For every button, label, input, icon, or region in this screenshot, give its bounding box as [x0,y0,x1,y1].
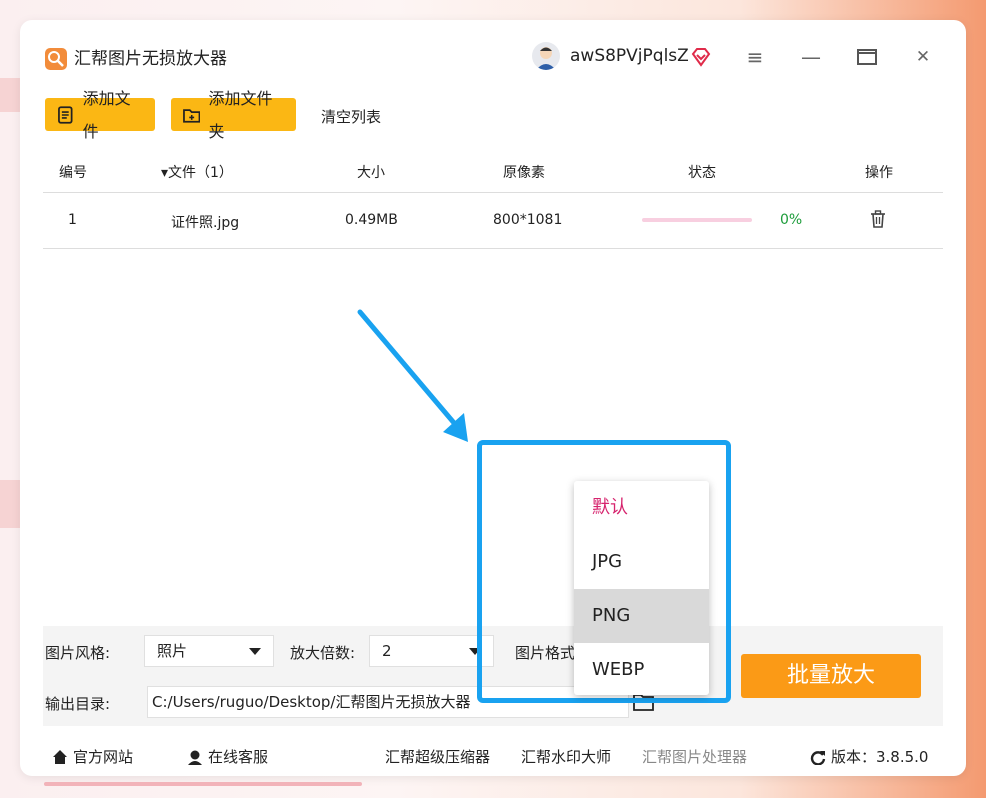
add-file-label: 添加文件 [82,88,131,141]
trash-icon[interactable] [870,210,886,228]
support-icon [188,750,202,765]
app-logo-icon [45,48,67,70]
minimize-button[interactable]: — [796,42,826,72]
maximize-button[interactable] [852,42,882,72]
row-size: 0.49MB [345,212,398,228]
version-label: 版本：3.8.5.0 [831,748,929,766]
scale-label: 放大倍数: [290,644,356,662]
annotation-arrow [357,309,468,442]
background-stripe [0,78,20,112]
footer: 官方网站 在线客服 汇帮超级压缩器 汇帮水印大师 汇帮图片处理器 版本：3.8.… [20,730,966,776]
table-row[interactable]: 1 证件照.jpg 0.49MB 800*1081 0% [43,192,943,249]
background-stripe [0,480,20,528]
menu-button[interactable]: ≡ [740,42,770,72]
header-action: 操作 [865,165,893,181]
watermark-label: 汇帮水印大师 [521,748,612,766]
format-option-png[interactable]: PNG [574,589,709,643]
website-link[interactable]: 官方网站 [52,746,133,767]
refresh-icon [810,750,826,765]
version-info[interactable]: 版本：3.8.5.0 [810,746,928,767]
header-status: 状态 [688,165,716,181]
row-percent: 0% [780,212,803,228]
add-file-button[interactable]: 添加文件 [45,89,155,141]
file-icon [58,105,73,124]
row-progress-bar [642,218,752,222]
chevron-down-icon [249,648,261,655]
home-icon [53,749,67,764]
support-label: 在线客服 [208,748,269,766]
batch-enlarge-button[interactable]: 批量放大 [741,654,921,698]
add-folder-button[interactable]: 添加文件夹 [171,89,296,141]
compressor-label: 汇帮超级压缩器 [385,748,491,766]
row-pixels: 800*1081 [493,212,563,228]
website-label: 官方网站 [73,748,134,766]
output-dir-label: 输出目录: [45,695,111,713]
vip-diamond-icon[interactable] [690,46,712,68]
row-index: 1 [68,212,77,228]
close-button[interactable]: ✕ [908,42,938,72]
processor-label: 汇帮图片处理器 [642,748,748,766]
header-pixels: 原像素 [503,165,545,181]
header-size: 大小 [357,165,385,181]
format-option-webp[interactable]: WEBP [574,643,709,695]
header-index: 编号 [59,165,87,181]
style-select-value: 照片 [157,642,188,660]
format-option-jpg[interactable]: JPG [574,535,709,589]
row-file-name: 证件照.jpg [171,215,240,231]
user-avatar[interactable] [532,42,560,70]
style-select[interactable]: 照片 [144,635,274,667]
support-link[interactable]: 在线客服 [187,746,268,767]
clear-list-button[interactable]: 清空列表 [321,106,381,127]
add-folder-label: 添加文件夹 [208,88,273,141]
format-option-default[interactable]: 默认 [574,481,709,535]
folder-add-icon [183,108,201,123]
scroll-indicator [44,782,362,786]
table-header: 编号 ▾文件（1） 大小 原像素 状态 操作 [43,154,943,193]
toolbar: 添加文件 添加文件夹 清空列表 [20,89,966,141]
titlebar: 汇帮图片无损放大器 awS8PVjPqlsZ ≡ — ✕ [20,20,966,98]
header-file[interactable]: ▾文件（1） [161,162,233,182]
style-label: 图片风格: [45,644,111,662]
processor-link[interactable]: 汇帮图片处理器 [642,746,747,767]
compressor-link[interactable]: 汇帮超级压缩器 [385,746,490,767]
app-title: 汇帮图片无损放大器 [74,49,227,69]
scale-select[interactable]: 2 [369,635,494,667]
watermark-link[interactable]: 汇帮水印大师 [521,746,611,767]
format-dropdown[interactable]: 默认 JPG PNG WEBP [574,481,709,695]
scale-select-value: 2 [382,642,392,660]
user-name[interactable]: awS8PVjPqlsZ [570,46,689,66]
